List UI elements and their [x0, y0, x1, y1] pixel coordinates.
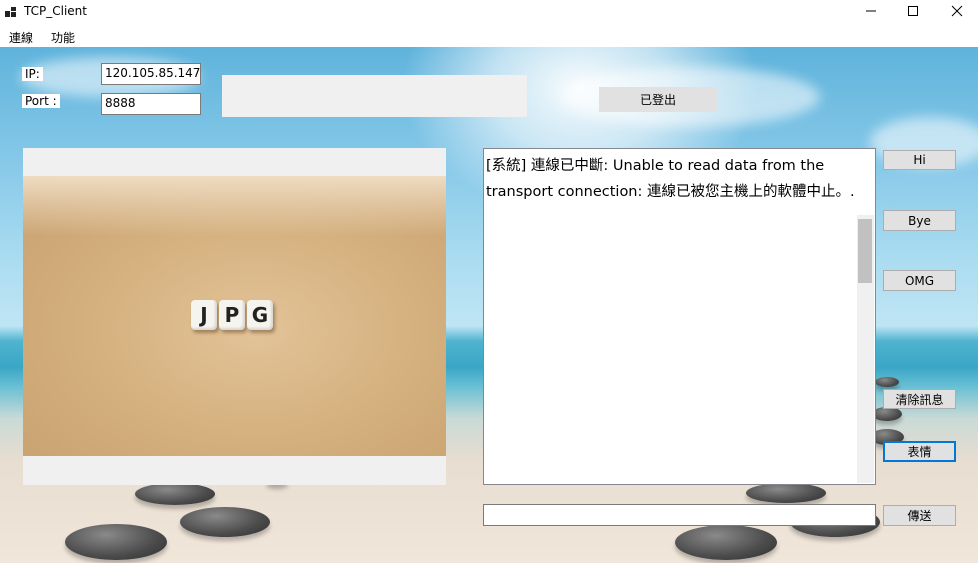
menu-bar: 連線 功能	[0, 24, 978, 47]
sand-photo-highlight	[23, 176, 446, 236]
jpg-dice: J P G	[191, 300, 273, 330]
title-bar: TCP_Client	[0, 0, 978, 24]
window-title: TCP_Client	[24, 4, 87, 18]
background-stone	[746, 483, 826, 503]
background-stone	[180, 507, 270, 537]
maximize-button[interactable]	[890, 0, 936, 22]
background-stone	[135, 483, 215, 505]
maximize-icon	[908, 6, 918, 16]
emoji-button[interactable]: 表情	[883, 441, 956, 462]
background-stone	[675, 525, 777, 560]
minimize-icon	[866, 10, 876, 12]
bye-button[interactable]: Bye	[883, 210, 956, 231]
clear-messages-button[interactable]: 清除訊息	[883, 389, 956, 409]
background-stone	[875, 377, 899, 387]
background-stone	[872, 407, 902, 421]
omg-button[interactable]: OMG	[883, 270, 956, 291]
menu-functions[interactable]: 功能	[51, 29, 75, 46]
die-j: J	[191, 300, 217, 330]
die-g: G	[247, 300, 273, 330]
log-scrollbar[interactable]	[857, 215, 874, 483]
log-line: transport connection: 連線已被您主機上的軟體中止。.	[486, 184, 855, 200]
message-log[interactable]: [系統] 連線已中斷: Unable to read data from the…	[483, 148, 876, 485]
port-label: Port :	[22, 94, 60, 108]
log-line: [系統] 連線已中斷: Unable to read data from the	[486, 158, 825, 174]
menu-connection[interactable]: 連線	[9, 29, 33, 46]
status-panel	[222, 75, 527, 117]
background-stone	[65, 524, 167, 560]
send-button[interactable]: 傳送	[883, 505, 956, 526]
ip-label: IP:	[22, 67, 43, 81]
die-p: P	[219, 300, 245, 330]
minimize-button[interactable]	[848, 0, 894, 22]
app-icon	[5, 7, 16, 17]
logout-status-button[interactable]: 已登出	[599, 87, 717, 112]
close-button[interactable]	[934, 0, 978, 22]
message-input[interactable]	[483, 504, 876, 526]
sand-photo: J P G	[23, 176, 446, 456]
picture-box: J P G	[23, 148, 446, 485]
port-input[interactable]: 8888	[101, 93, 201, 115]
scrollbar-thumb[interactable]	[858, 219, 872, 283]
log-text: [系統] 連線已中斷: Unable to read data from the…	[486, 153, 856, 205]
close-icon	[951, 5, 963, 17]
ip-input[interactable]: 120.105.85.147	[101, 63, 201, 85]
hi-button[interactable]: Hi	[883, 150, 956, 170]
